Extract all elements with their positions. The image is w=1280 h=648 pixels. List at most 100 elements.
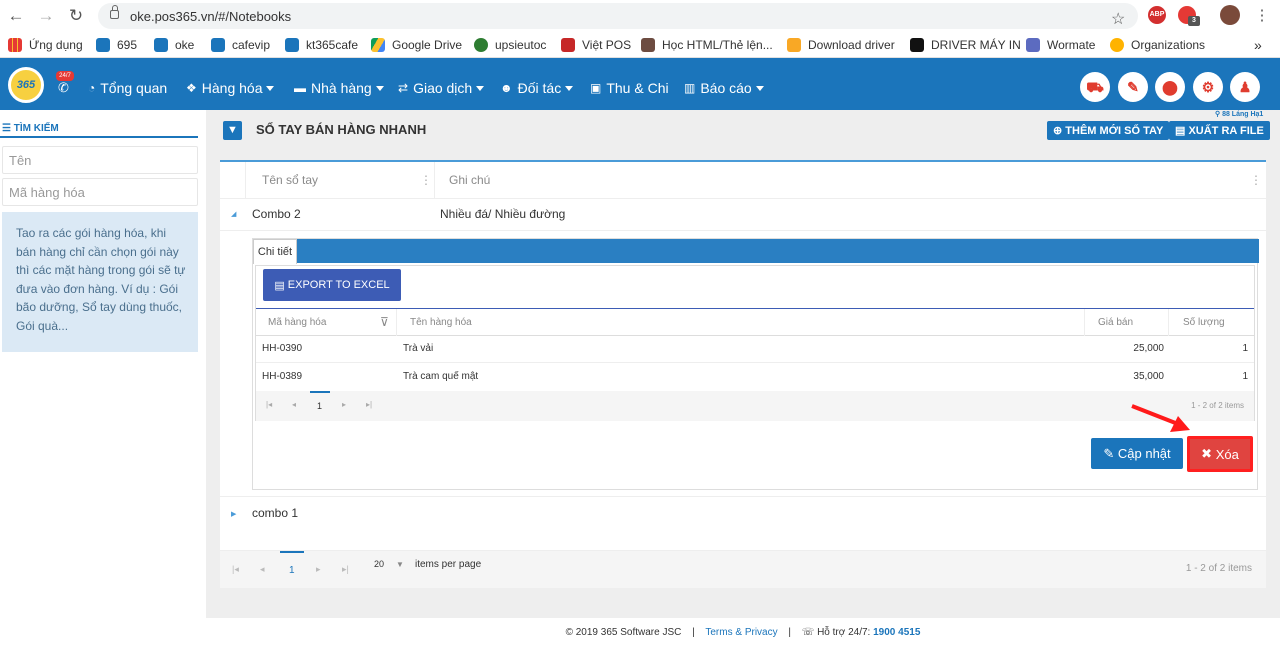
row-name: combo 1 — [252, 506, 299, 520]
delete-button[interactable]: ✖ Xóa — [1187, 436, 1253, 472]
terms-link[interactable]: Terms & Privacy — [705, 627, 777, 638]
cart-icon[interactable]: ⛟ — [1080, 72, 1110, 102]
bookmarks-overflow[interactable]: » — [1254, 37, 1262, 53]
bookmark-item[interactable]: Wormate — [1026, 37, 1095, 53]
divider — [245, 162, 246, 198]
page-title: SỔ TAY BÁN HÀNG NHANH — [256, 122, 427, 137]
column-header-note[interactable]: Ghi chú — [449, 162, 490, 198]
footer: © 2019 365 Software JSC | Terms & Privac… — [206, 618, 1280, 648]
menu-products[interactable]: ❖ Hàng hóa — [186, 80, 275, 96]
page-number[interactable]: 1 — [317, 401, 322, 411]
gear-icon[interactable]: ⚙ — [1193, 72, 1223, 102]
detail-pager: |◂ ◂ 1 ▸ ▸| 1 - 2 of 2 items — [256, 391, 1254, 421]
close-icon: ✖ — [1201, 446, 1216, 461]
plus-circle-icon: ⊕ — [1053, 125, 1066, 137]
bookmark-item[interactable]: cafevip — [211, 37, 270, 53]
divider — [0, 136, 198, 138]
item-qty: 1 — [1242, 371, 1248, 382]
page-number[interactable]: 1 — [289, 565, 295, 576]
bookmark-item[interactable]: upsieutoc — [474, 37, 546, 53]
bookmark-item[interactable]: Download driver — [787, 37, 895, 53]
column-header-code[interactable]: Mã hàng hóa — [268, 317, 326, 328]
divider — [396, 309, 397, 336]
prev-page-icon[interactable]: ◂ — [260, 564, 265, 575]
add-notebook-button[interactable]: ⊕ THÊM MỚI SỔ TAY — [1047, 121, 1170, 140]
column-header-qty[interactable]: Số lượng — [1183, 317, 1225, 328]
prev-page-icon[interactable]: ◂ — [292, 400, 296, 409]
caret-down-icon — [755, 85, 764, 91]
caret-down-icon — [375, 85, 384, 91]
bookmark-item[interactable]: 695 — [96, 37, 137, 53]
item-code: HH-0389 — [262, 371, 303, 382]
divider: | — [692, 627, 695, 638]
chevron-down-icon[interactable]: ▼ — [396, 560, 404, 569]
menu-reports[interactable]: ▥ Báo cáo — [684, 80, 764, 96]
last-page-icon[interactable]: ▸| — [342, 564, 349, 575]
support-phone[interactable]: 1900 4515 — [873, 627, 920, 638]
filter-toggle-icon[interactable]: ▼ — [223, 121, 242, 140]
next-page-icon[interactable]: ▸ — [342, 400, 346, 409]
column-menu-icon[interactable]: ⋮ — [1250, 162, 1262, 198]
users-icon: ☻ — [500, 81, 513, 95]
first-page-icon[interactable]: |◂ — [232, 564, 239, 575]
app-logo[interactable]: 365 — [8, 67, 44, 103]
update-button[interactable]: ✎ Cập nhật — [1091, 438, 1183, 469]
column-header-price[interactable]: Giá bán — [1098, 317, 1133, 328]
divider — [220, 496, 1266, 497]
item-code: HH-0390 — [262, 343, 303, 354]
detail-header-row: Mã hàng hóa ⊽ Tên hàng hóa Giá bán Số lư… — [256, 308, 1254, 336]
name-search-input[interactable]: Tên — [2, 146, 198, 174]
copyright: © 2019 365 Software JSC — [565, 627, 682, 638]
page-size-select[interactable]: 20 — [374, 559, 384, 569]
bookmark-item[interactable]: Việt POS — [561, 37, 631, 53]
address-bar[interactable]: oke.pos365.vn/#/Notebooks ☆ — [98, 3, 1138, 29]
bookmark-item[interactable]: oke — [154, 37, 194, 53]
adblock-icon[interactable]: ABP — [1148, 6, 1166, 24]
bookmark-google-drive[interactable]: Google Drive — [371, 37, 462, 53]
column-header-product[interactable]: Tên hàng hóa — [410, 317, 472, 328]
bookmark-apps[interactable]: Ứng dụng — [8, 37, 83, 53]
expand-row-icon[interactable]: ▶ — [231, 510, 236, 518]
export-excel-button[interactable]: ▤ EXPORT TO EXCEL — [263, 269, 401, 301]
column-header-name[interactable]: Tên sổ tay — [262, 162, 318, 198]
bookmarks-bar: Ứng dụng 695 oke cafevip kt365cafe Googl… — [0, 32, 1280, 58]
collapse-row-icon[interactable]: ◢ — [231, 210, 236, 218]
forward-icon[interactable]: → — [36, 6, 56, 26]
user-icon[interactable]: ♟ — [1230, 72, 1260, 102]
edit-icon: ✎ — [1103, 445, 1118, 461]
grid-pager: |◂ ◂ 1 ▸ ▸| 20 ▼ items per page 1 - 2 of… — [220, 550, 1266, 588]
last-page-icon[interactable]: ▸| — [366, 400, 372, 409]
code-search-input[interactable]: Mã hàng hóa — [2, 178, 198, 206]
export-file-button[interactable]: ▤ XUẤT RA FILE — [1169, 121, 1270, 140]
row-note: Nhiều đá/ Nhiều đường — [440, 207, 566, 221]
menu-cashflow[interactable]: ▣ Thu & Chi — [590, 80, 669, 96]
bookmark-item[interactable]: DRIVER MÁY IN — [910, 37, 1021, 53]
detail-grid: ▤ EXPORT TO EXCEL Mã hàng hóa ⊽ Tên hàng… — [255, 265, 1255, 421]
menu-partners[interactable]: ☻ Đối tác — [500, 80, 574, 96]
bookmark-item[interactable]: kt365cafe — [285, 37, 358, 53]
more-menu-icon[interactable]: ⋮ — [1252, 6, 1272, 26]
bar-chart-icon: ▥ — [684, 81, 696, 95]
filter-icon[interactable]: ⊽ — [380, 315, 389, 329]
map-marker-icon[interactable]: ⬤ — [1155, 72, 1185, 102]
menu-overview[interactable]: ◔ Tổng quan — [88, 80, 167, 96]
location-label: ⚲ 88 Láng Hạ1 — [1215, 111, 1264, 118]
caret-down-icon — [476, 85, 485, 91]
bookmark-star-icon[interactable]: ☆ — [1111, 9, 1125, 29]
bookmark-item[interactable]: Organizations — [1110, 37, 1205, 53]
menu-restaurant[interactable]: ▬ Nhà hàng — [294, 80, 384, 96]
item-qty: 1 — [1242, 343, 1248, 354]
next-page-icon[interactable]: ▸ — [316, 564, 321, 575]
menu-transactions[interactable]: ⇄ Giao dịch — [398, 80, 485, 96]
phone-icon[interactable]: ✆ — [58, 80, 69, 96]
first-page-icon[interactable]: |◂ — [266, 400, 272, 409]
tab-detail[interactable]: Chi tiết — [253, 239, 297, 264]
profile-avatar[interactable] — [1220, 5, 1240, 25]
reload-icon[interactable]: ↻ — [66, 6, 86, 26]
divider: | — [788, 627, 791, 638]
row-name: Combo 2 — [252, 207, 301, 221]
edit-icon[interactable]: ✎ — [1118, 72, 1148, 102]
back-icon[interactable]: ← — [6, 6, 26, 26]
column-menu-icon[interactable]: ⋮ — [420, 162, 432, 198]
bookmark-item[interactable]: Học HTML/Thẻ lện... — [641, 37, 773, 53]
